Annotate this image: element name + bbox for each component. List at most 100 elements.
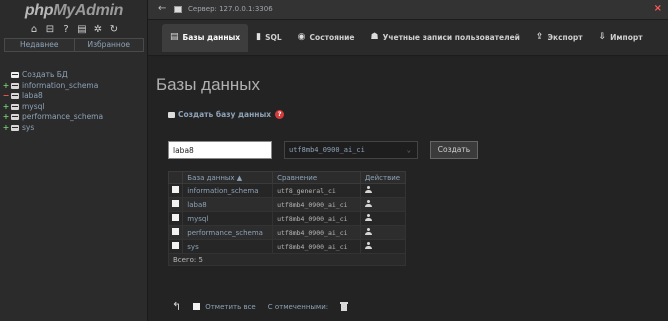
table-total-row: Всего: 5 xyxy=(168,253,406,266)
tree-item-label[interactable]: laba8 xyxy=(22,91,43,102)
tree-item-information-schema[interactable]: + information_schema xyxy=(2,81,146,92)
action-cell xyxy=(359,211,407,226)
expand-icon[interactable]: + xyxy=(2,123,10,134)
row-checkbox-cell xyxy=(167,211,184,226)
check-privileges-icon[interactable] xyxy=(364,200,372,207)
row-checkbox[interactable] xyxy=(172,228,179,235)
sidebar-tabs: Недавнее Избранное xyxy=(4,38,144,52)
home-icon[interactable]: ⌂ xyxy=(29,24,39,35)
database-name-link[interactable]: performance_schema xyxy=(182,225,274,240)
database-name-link[interactable]: information_schema xyxy=(182,183,274,198)
tab-user-accounts[interactable]: ☗ Учетные записи пользователей xyxy=(362,24,527,52)
page-title: Базы данных xyxy=(156,75,261,94)
row-checkbox-cell xyxy=(167,197,184,212)
database-name-link[interactable]: laba8 xyxy=(182,197,274,212)
help-icon[interactable]: ? xyxy=(275,110,285,119)
database-icon xyxy=(11,82,19,89)
tab-label: SQL xyxy=(265,33,282,42)
row-checkbox-cell xyxy=(167,183,184,198)
tab-import[interactable]: ⇩ Импорт xyxy=(591,24,651,52)
database-name-input[interactable] xyxy=(168,141,272,159)
logout-icon[interactable]: ⊟ xyxy=(45,24,55,35)
check-privileges-icon[interactable] xyxy=(364,214,372,221)
tab-favorites[interactable]: Избранное xyxy=(74,38,144,52)
new-database-icon xyxy=(11,72,19,79)
databases-table: База данных ▲ Сравнение Действие informa… xyxy=(167,171,407,266)
chevron-down-icon: ⌄ xyxy=(406,146,411,154)
tree-item-label[interactable]: mysql xyxy=(22,102,45,113)
import-icon: ⇩ xyxy=(598,32,607,42)
trash-icon[interactable] xyxy=(340,302,349,311)
phpmyadmin-logo[interactable]: phpMyAdmin xyxy=(0,2,148,20)
tree-item-label[interactable]: Создать БД xyxy=(22,70,68,81)
tab-status[interactable]: ◉ Состояние xyxy=(290,24,363,52)
collation-selected-value: utf8mb4_0900_ai_ci xyxy=(289,146,365,154)
collation-cell: utf8_general_ci xyxy=(272,183,361,198)
tab-recent[interactable]: Недавнее xyxy=(4,38,75,52)
collation-column-header[interactable]: Сравнение xyxy=(272,171,361,184)
create-database-heading: Создать базу данных ? xyxy=(168,110,285,119)
database-icon xyxy=(11,124,19,131)
collation-cell: utf8mb4_0900_ai_ci xyxy=(272,211,361,226)
row-checkbox[interactable] xyxy=(172,242,179,249)
help-icon[interactable]: ? xyxy=(61,24,71,35)
tab-sql[interactable]: ▮ SQL xyxy=(248,24,290,52)
table-row: performance_schema utf8mb4_0900_ai_ci xyxy=(167,225,407,240)
action-cell xyxy=(359,197,407,212)
tab-databases[interactable]: ▤ Базы данных xyxy=(162,23,249,52)
select-column-header xyxy=(167,171,184,184)
tab-label: Базы данных xyxy=(182,33,241,42)
with-selected-select[interactable]: С отмеченными: xyxy=(267,302,329,311)
check-all-label[interactable]: Отметить все xyxy=(205,303,256,311)
close-icon[interactable]: × xyxy=(654,3,662,14)
expand-icon[interactable]: + xyxy=(2,81,10,92)
create-button[interactable]: Создать xyxy=(430,141,478,159)
database-name-link[interactable]: sys xyxy=(182,239,274,254)
expand-icon[interactable]: + xyxy=(2,112,10,123)
tree-item-create-db[interactable]: Создать БД xyxy=(2,70,146,81)
tree-item-label[interactable]: information_schema xyxy=(22,81,98,92)
action-cell xyxy=(359,225,407,240)
check-all-checkbox[interactable] xyxy=(193,303,201,310)
collation-select[interactable]: utf8mb4_0900_ai_ci ⌄ xyxy=(284,141,418,159)
logo-text-php: php xyxy=(24,2,54,19)
logo-text-myadmin: MyAdmin xyxy=(53,2,124,19)
tree-item-label[interactable]: sys xyxy=(22,123,34,134)
export-icon: ⇪ xyxy=(535,32,544,42)
reload-icon[interactable]: ↻ xyxy=(109,24,119,35)
arrow-up-left-icon: ↰ xyxy=(172,300,182,313)
row-checkbox[interactable] xyxy=(172,200,179,207)
tab-label: Состояние xyxy=(309,33,355,42)
collation-cell: utf8mb4_0900_ai_ci xyxy=(272,239,361,254)
sql-icon: ▮ xyxy=(256,32,262,42)
table-row: mysql utf8mb4_0900_ai_ci xyxy=(167,211,407,226)
database-tree: Создать БД + information_schema − laba8 … xyxy=(2,70,146,133)
expand-icon[interactable]: + xyxy=(2,102,10,113)
check-privileges-icon[interactable] xyxy=(364,186,372,193)
tree-item-sys[interactable]: + sys xyxy=(2,123,146,134)
tree-item-label[interactable]: performance_schema xyxy=(22,112,103,123)
database-name-link[interactable]: mysql xyxy=(182,211,274,226)
database-column-header[interactable]: База данных ▲ xyxy=(182,171,274,184)
users-icon: ☗ xyxy=(370,32,379,42)
check-privileges-icon[interactable] xyxy=(364,228,372,235)
tree-item-mysql[interactable]: + mysql xyxy=(2,102,146,113)
tab-label: Импорт xyxy=(610,33,643,42)
main-content: Базы данных Создать базу данных ? utf8mb… xyxy=(148,57,668,321)
bulk-actions-bar: ↰ Отметить все С отмеченными: xyxy=(172,300,349,313)
settings-icon[interactable]: ✲ xyxy=(93,24,103,35)
check-privileges-icon[interactable] xyxy=(364,242,372,249)
server-breadcrumb-bar: ← Сервер: 127.0.0.1:3306 × xyxy=(148,0,668,20)
row-checkbox-cell xyxy=(167,239,184,254)
sidebar-icon-bar: ⌂ ⊟ ? ▤ ✲ ↻ xyxy=(0,24,148,35)
row-checkbox[interactable] xyxy=(172,186,179,193)
server-breadcrumb[interactable]: Сервер: 127.0.0.1:3306 xyxy=(188,5,273,13)
collapse-icon[interactable]: − xyxy=(2,91,10,102)
tree-item-laba8[interactable]: − laba8 xyxy=(2,91,146,102)
tab-label: Экспорт xyxy=(547,33,583,42)
tree-item-performance-schema[interactable]: + performance_schema xyxy=(2,112,146,123)
back-arrow-icon[interactable]: ← xyxy=(158,3,166,14)
docs-icon[interactable]: ▤ xyxy=(77,24,87,35)
tab-export[interactable]: ⇪ Экспорт xyxy=(528,24,591,52)
row-checkbox[interactable] xyxy=(172,214,179,221)
